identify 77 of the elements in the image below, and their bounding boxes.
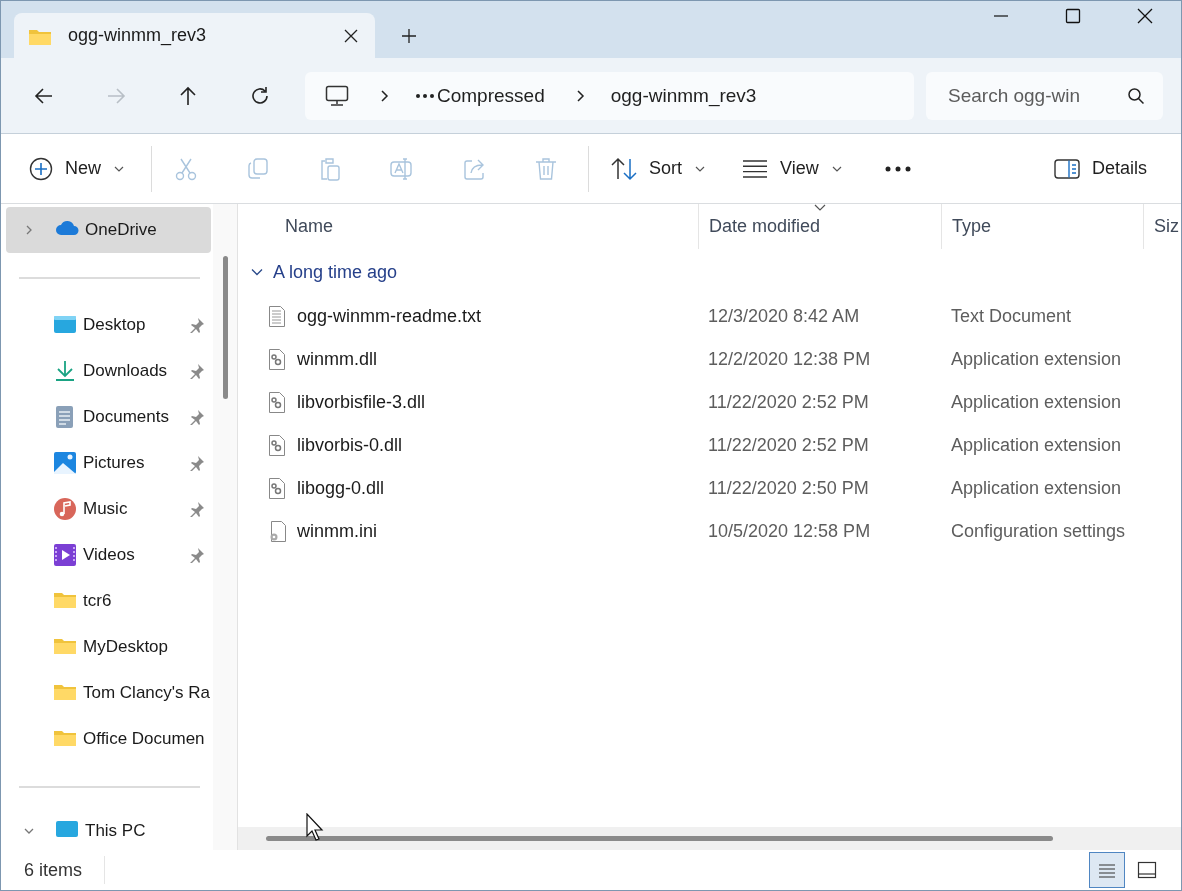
nav-item[interactable]: Office Documen: [6, 716, 211, 762]
column-header[interactable]: Date modified: [698, 204, 941, 249]
scrollbar-thumb[interactable]: [266, 836, 1053, 841]
date-cell-text: 10/5/2020 12:58 PM: [707, 521, 872, 542]
nav-item[interactable]: Videos: [6, 532, 211, 578]
column-header[interactable]: Type: [941, 204, 1143, 249]
maximize-icon[interactable]: [1065, 8, 1081, 24]
file-name[interactable]: libvorbisfile-3.dll: [297, 392, 426, 413]
nav-item[interactable]: Pictures: [6, 440, 211, 486]
address-bar[interactable]: Compressed ogg-winmm_rev3: [305, 71, 914, 120]
nav-item[interactable]: Music: [6, 486, 211, 532]
sort-button[interactable]: Sort: [611, 156, 707, 181]
type-cell-text: Application extension: [950, 392, 1123, 413]
gear-file-icon: [268, 434, 286, 457]
column-header[interactable]: Siz: [1143, 204, 1181, 249]
pane-icon: [1053, 158, 1080, 179]
scrollbar-thumb[interactable]: [222, 256, 228, 399]
plus-circle-icon: [29, 156, 53, 181]
file-name[interactable]: ogg-winmm-readme.txt: [297, 306, 482, 327]
gear-file-icon: [268, 348, 286, 371]
nav-item[interactable]: Tom Clancy's Ra: [6, 670, 211, 716]
add-tab-icon[interactable]: [401, 28, 417, 44]
type-cell-text: Text Document: [950, 306, 1073, 327]
file-name[interactable]: libogg-0.dll: [297, 478, 385, 499]
gear-file-icon: [268, 477, 286, 500]
tab[interactable]: ogg-winmm_rev3: [14, 13, 375, 58]
new-button[interactable]: New: [29, 156, 125, 181]
mouse-pointer-icon: [306, 813, 326, 841]
type-cell-text: Application extension: [950, 349, 1123, 370]
date-cell-text: 12/3/2020 8:42 AM: [707, 306, 861, 327]
breadcrumb[interactable]: ogg-winmm_rev3: [610, 84, 757, 107]
gear-file-icon: [268, 520, 286, 543]
chevron-right-icon[interactable]: [574, 88, 585, 103]
type-cell-text: Application extension: [950, 478, 1123, 499]
close-icon[interactable]: [343, 27, 359, 44]
tiles-view-icon: [1137, 860, 1157, 880]
date-cell-text: 12/2/2020 12:38 PM: [707, 349, 872, 370]
breadcrumb[interactable]: Compressed: [437, 84, 545, 107]
close-icon[interactable]: [1137, 8, 1153, 24]
sort-caret-icon: [814, 204, 826, 212]
nav-item[interactable]: This PC: [6, 811, 211, 850]
column-header[interactable]: Name: [238, 204, 698, 249]
more-icon[interactable]: [415, 92, 435, 99]
gear-file-icon: [268, 391, 286, 414]
group-header[interactable]: A long time ago: [238, 249, 1181, 295]
sort-arrows-icon: [611, 156, 637, 181]
music-note-icon: [53, 497, 77, 521]
nav-item[interactable]: MyDesktop: [6, 624, 211, 670]
list-lines-icon: [742, 158, 769, 179]
chevron-right-icon[interactable]: [379, 88, 389, 103]
picture-icon: [53, 451, 77, 475]
nav-item[interactable]: OneDrive: [6, 207, 211, 253]
nav-item[interactable]: Documents: [6, 394, 211, 440]
search-icon[interactable]: [1127, 86, 1145, 105]
date-cell-text: 11/22/2020 2:50 PM: [707, 478, 870, 499]
date-cell-text: 11/22/2020 2:52 PM: [707, 392, 870, 413]
file-name[interactable]: winmm.dll: [297, 349, 377, 370]
item-count: 6 items: [24, 859, 83, 881]
chevron-icon: [251, 266, 263, 278]
monitor-icon: [325, 84, 349, 107]
date-cell-text: 11/22/2020 2:52 PM: [707, 435, 870, 456]
file-name[interactable]: winmm.ini: [297, 521, 377, 542]
type-cell-text: Application extension: [950, 435, 1123, 456]
tab-title: ogg-winmm_rev3: [68, 25, 208, 46]
details-pane-button[interactable]: Details: [1053, 158, 1147, 179]
nav-item[interactable]: tcr6: [6, 578, 211, 624]
text-file-icon: [268, 305, 286, 328]
view-button[interactable]: View: [742, 158, 843, 179]
file-name[interactable]: libvorbis-0.dll: [297, 435, 403, 456]
download-icon: [53, 359, 77, 383]
nav-item[interactable]: Desktop: [6, 302, 211, 348]
nav-item[interactable]: Downloads: [6, 348, 211, 394]
video-icon: [53, 543, 77, 567]
refresh-icon[interactable]: [249, 84, 271, 107]
type-cell-text: Configuration settings: [950, 521, 1127, 542]
more-icon[interactable]: [884, 165, 911, 172]
search-field[interactable]: Search ogg-win: [926, 71, 1163, 120]
